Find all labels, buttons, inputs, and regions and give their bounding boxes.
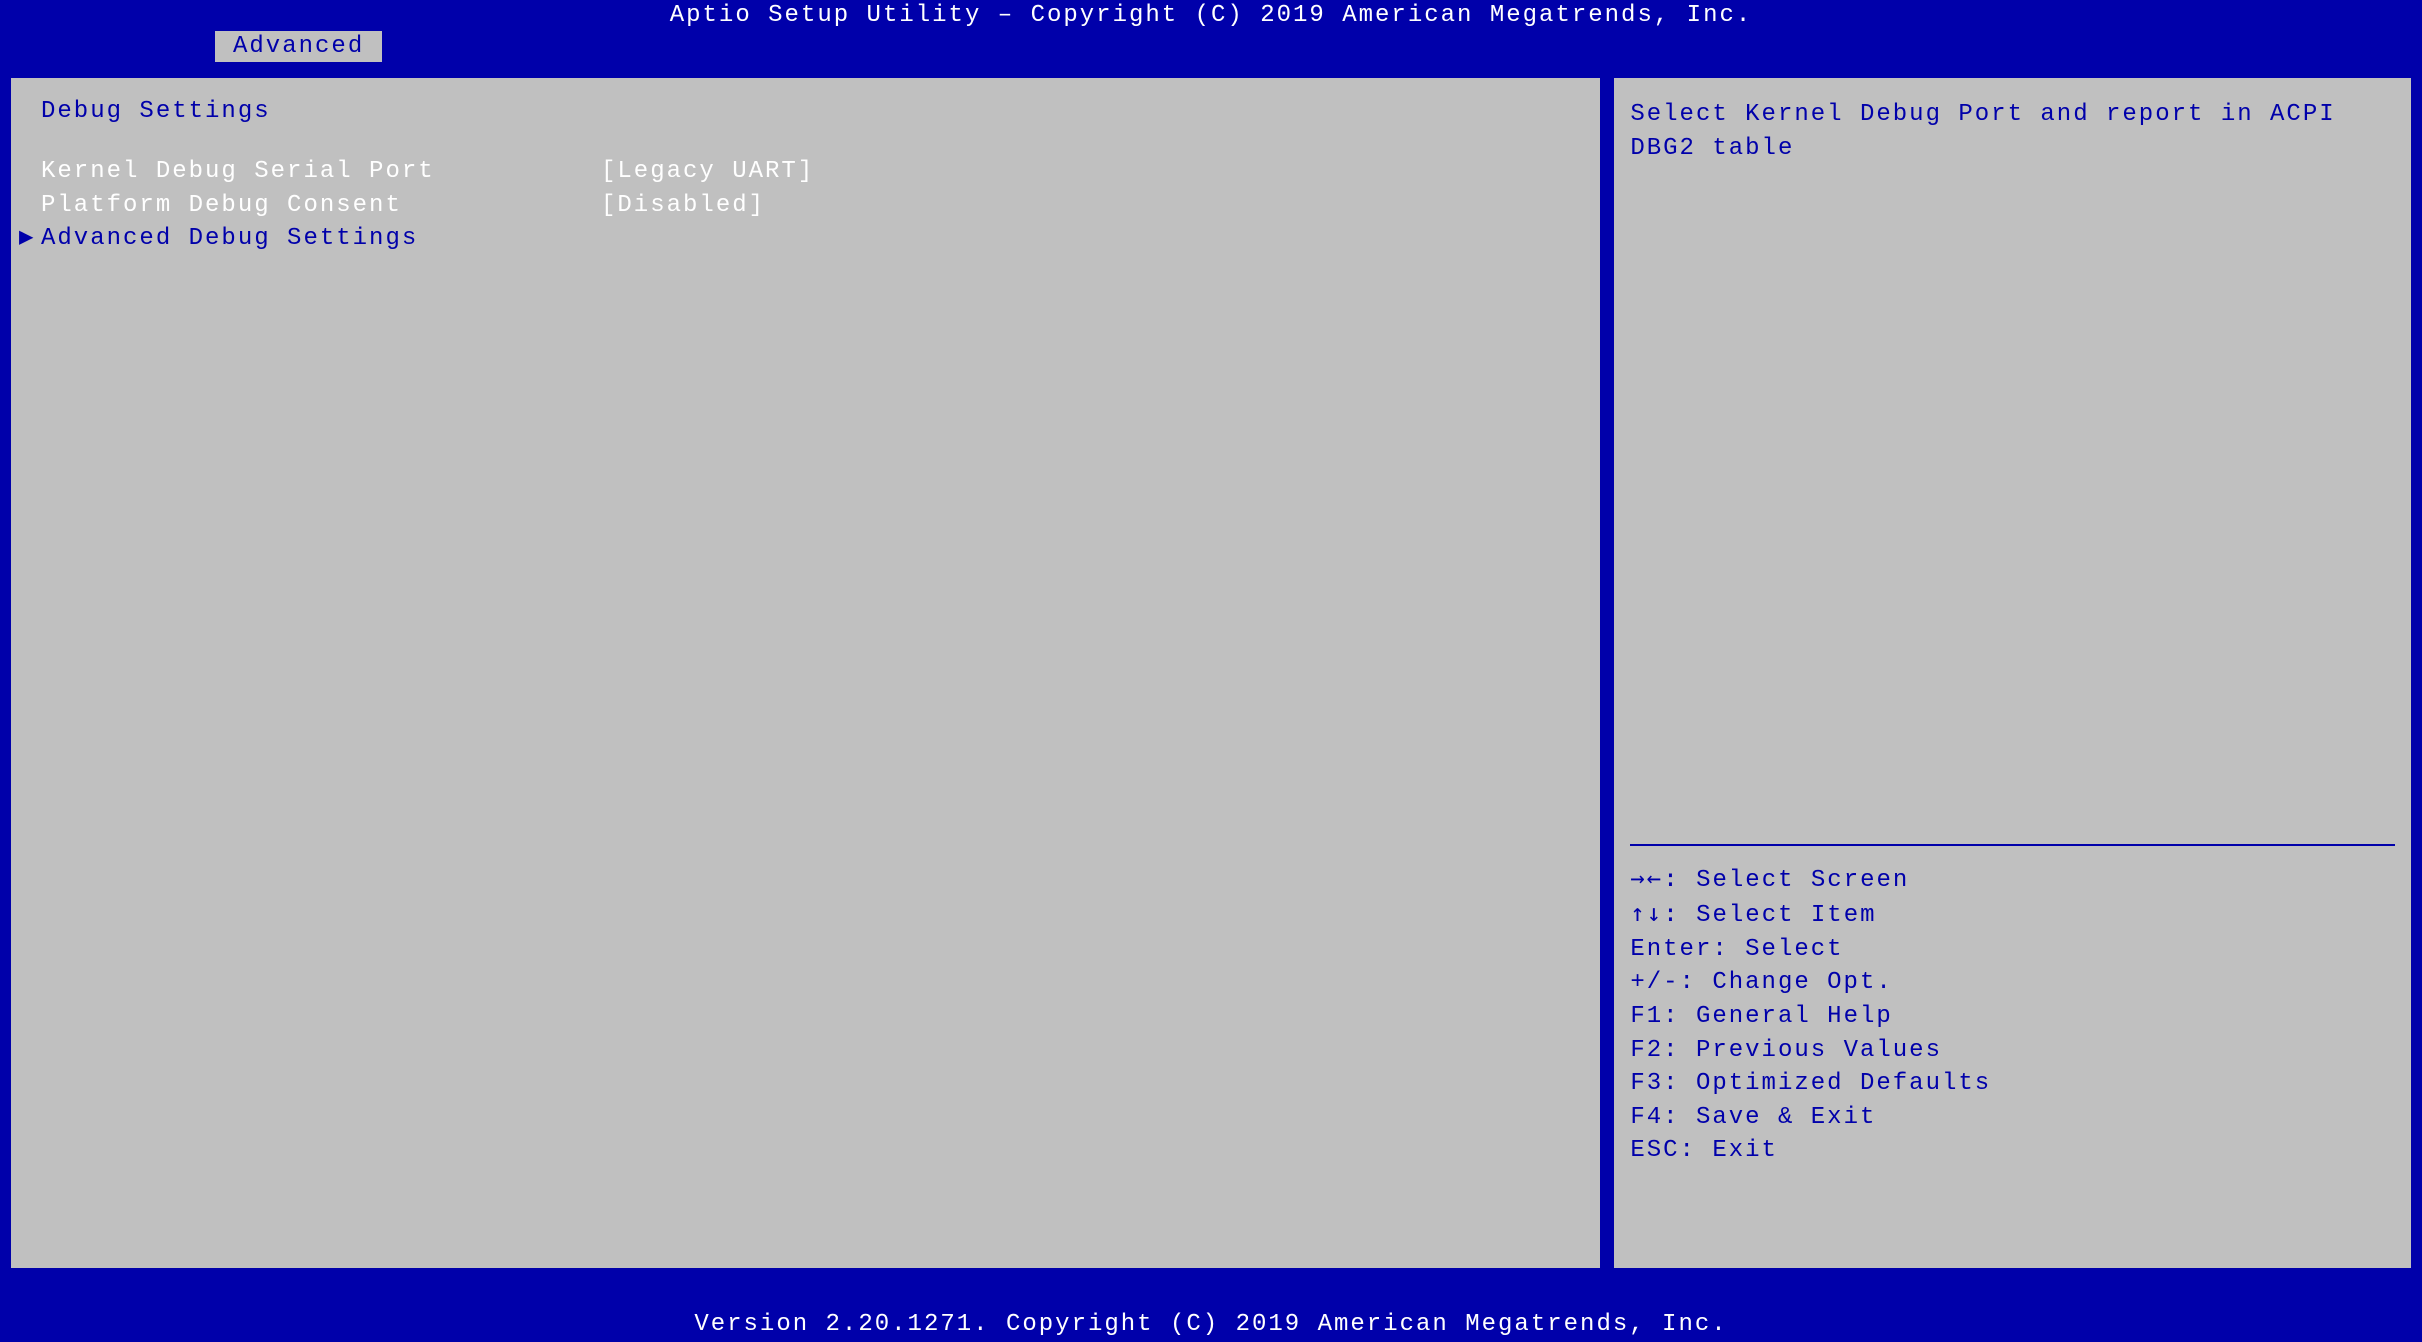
setting-kernel-debug-serial-port[interactable]: Kernel Debug Serial Port [Legacy UART] xyxy=(41,155,1570,189)
main-area: Debug Settings Kernel Debug Serial Port … xyxy=(0,67,2422,1279)
key-help-general-help: F1: General Help xyxy=(1630,1000,2395,1034)
key-sym: +/-: xyxy=(1630,969,1696,996)
key-desc: General Help xyxy=(1680,1003,1893,1030)
key-help-list: →←: Select Screen ↑↓: Select Item Enter:… xyxy=(1630,862,2395,1168)
key-help-select-item: ↑↓: Select Item xyxy=(1630,897,2395,933)
key-sym: Enter: xyxy=(1630,936,1728,963)
divider xyxy=(1630,844,2395,846)
key-desc: Previous Values xyxy=(1680,1037,1942,1064)
submenu-advanced-debug-settings[interactable]: ▶ Advanced Debug Settings xyxy=(41,222,1570,256)
key-sym: →←: xyxy=(1630,864,1679,892)
key-desc: Select Item xyxy=(1680,902,1877,929)
key-sym: F2: xyxy=(1630,1037,1679,1064)
help-panel: Select Kernel Debug Port and report in A… xyxy=(1611,75,2414,1271)
key-desc: Select xyxy=(1729,936,1844,963)
bios-screen: Aptio Setup Utility – Copyright (C) 2019… xyxy=(0,0,2422,1342)
submenu-arrow-icon: ▶ xyxy=(19,222,35,256)
key-sym: F1: xyxy=(1630,1003,1679,1030)
key-desc: Exit xyxy=(1696,1137,1778,1164)
setting-value: [Legacy UART] xyxy=(601,155,814,189)
tab-advanced[interactable]: Advanced xyxy=(215,31,382,62)
key-desc: Change Opt. xyxy=(1696,969,1893,996)
submenu-label: Advanced Debug Settings xyxy=(41,225,418,252)
tab-bar: Advanced xyxy=(0,31,2422,67)
key-help-select: Enter: Select xyxy=(1630,933,2395,967)
section-title: Debug Settings xyxy=(41,98,1570,125)
setting-platform-debug-consent[interactable]: Platform Debug Consent [Disabled] xyxy=(41,189,1570,223)
setting-label: Kernel Debug Serial Port xyxy=(41,155,601,189)
key-help-change-opt: +/-: Change Opt. xyxy=(1630,966,2395,1000)
key-sym: ESC: xyxy=(1630,1137,1696,1164)
help-description: Select Kernel Debug Port and report in A… xyxy=(1630,98,2395,834)
key-desc: Select Screen xyxy=(1680,867,1910,894)
key-desc: Optimized Defaults xyxy=(1680,1070,1992,1097)
title-bar: Aptio Setup Utility – Copyright (C) 2019… xyxy=(0,0,2422,31)
settings-panel: Debug Settings Kernel Debug Serial Port … xyxy=(8,75,1603,1271)
setting-label: Platform Debug Consent xyxy=(41,189,601,223)
key-help-save-exit: F4: Save & Exit xyxy=(1630,1101,2395,1135)
key-desc: Save & Exit xyxy=(1680,1104,1877,1131)
footer-bar: Version 2.20.1271. Copyright (C) 2019 Am… xyxy=(0,1307,2422,1342)
setting-value: [Disabled] xyxy=(601,189,765,223)
key-help-select-screen: →←: Select Screen xyxy=(1630,862,2395,898)
key-sym: F4: xyxy=(1630,1104,1679,1131)
key-sym: F3: xyxy=(1630,1070,1679,1097)
key-help-exit: ESC: Exit xyxy=(1630,1134,2395,1168)
key-help-optimized-defaults: F3: Optimized Defaults xyxy=(1630,1067,2395,1101)
key-help-previous-values: F2: Previous Values xyxy=(1630,1034,2395,1068)
key-sym: ↑↓: xyxy=(1630,899,1679,927)
